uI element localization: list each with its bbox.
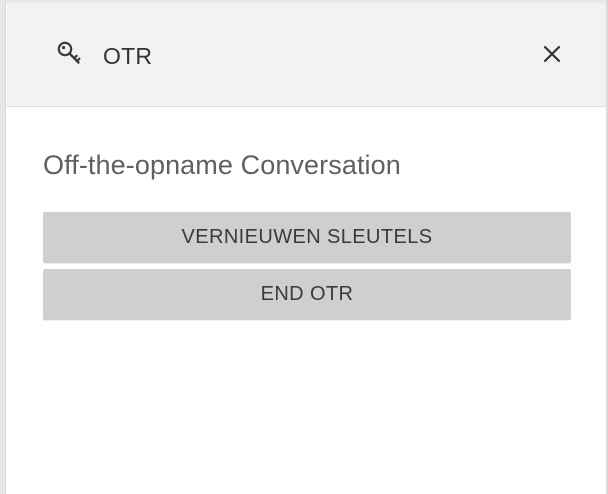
panel-header: OTR xyxy=(7,3,606,107)
panel-content: Off-the-opname Conversation VERNIEUWEN S… xyxy=(7,108,606,494)
panel-title: OTR xyxy=(103,43,153,69)
otr-panel: OTR Off-the-opname Conversation VERNIEUW… xyxy=(0,0,608,494)
key-icon xyxy=(56,40,84,68)
renew-keys-button[interactable]: VERNIEUWEN SLEUTELS xyxy=(43,212,571,263)
conversation-subtitle: Off-the-opname Conversation xyxy=(43,150,401,180)
left-border xyxy=(0,0,6,494)
end-otr-button[interactable]: END OTR xyxy=(43,269,571,320)
close-icon[interactable] xyxy=(536,38,568,70)
